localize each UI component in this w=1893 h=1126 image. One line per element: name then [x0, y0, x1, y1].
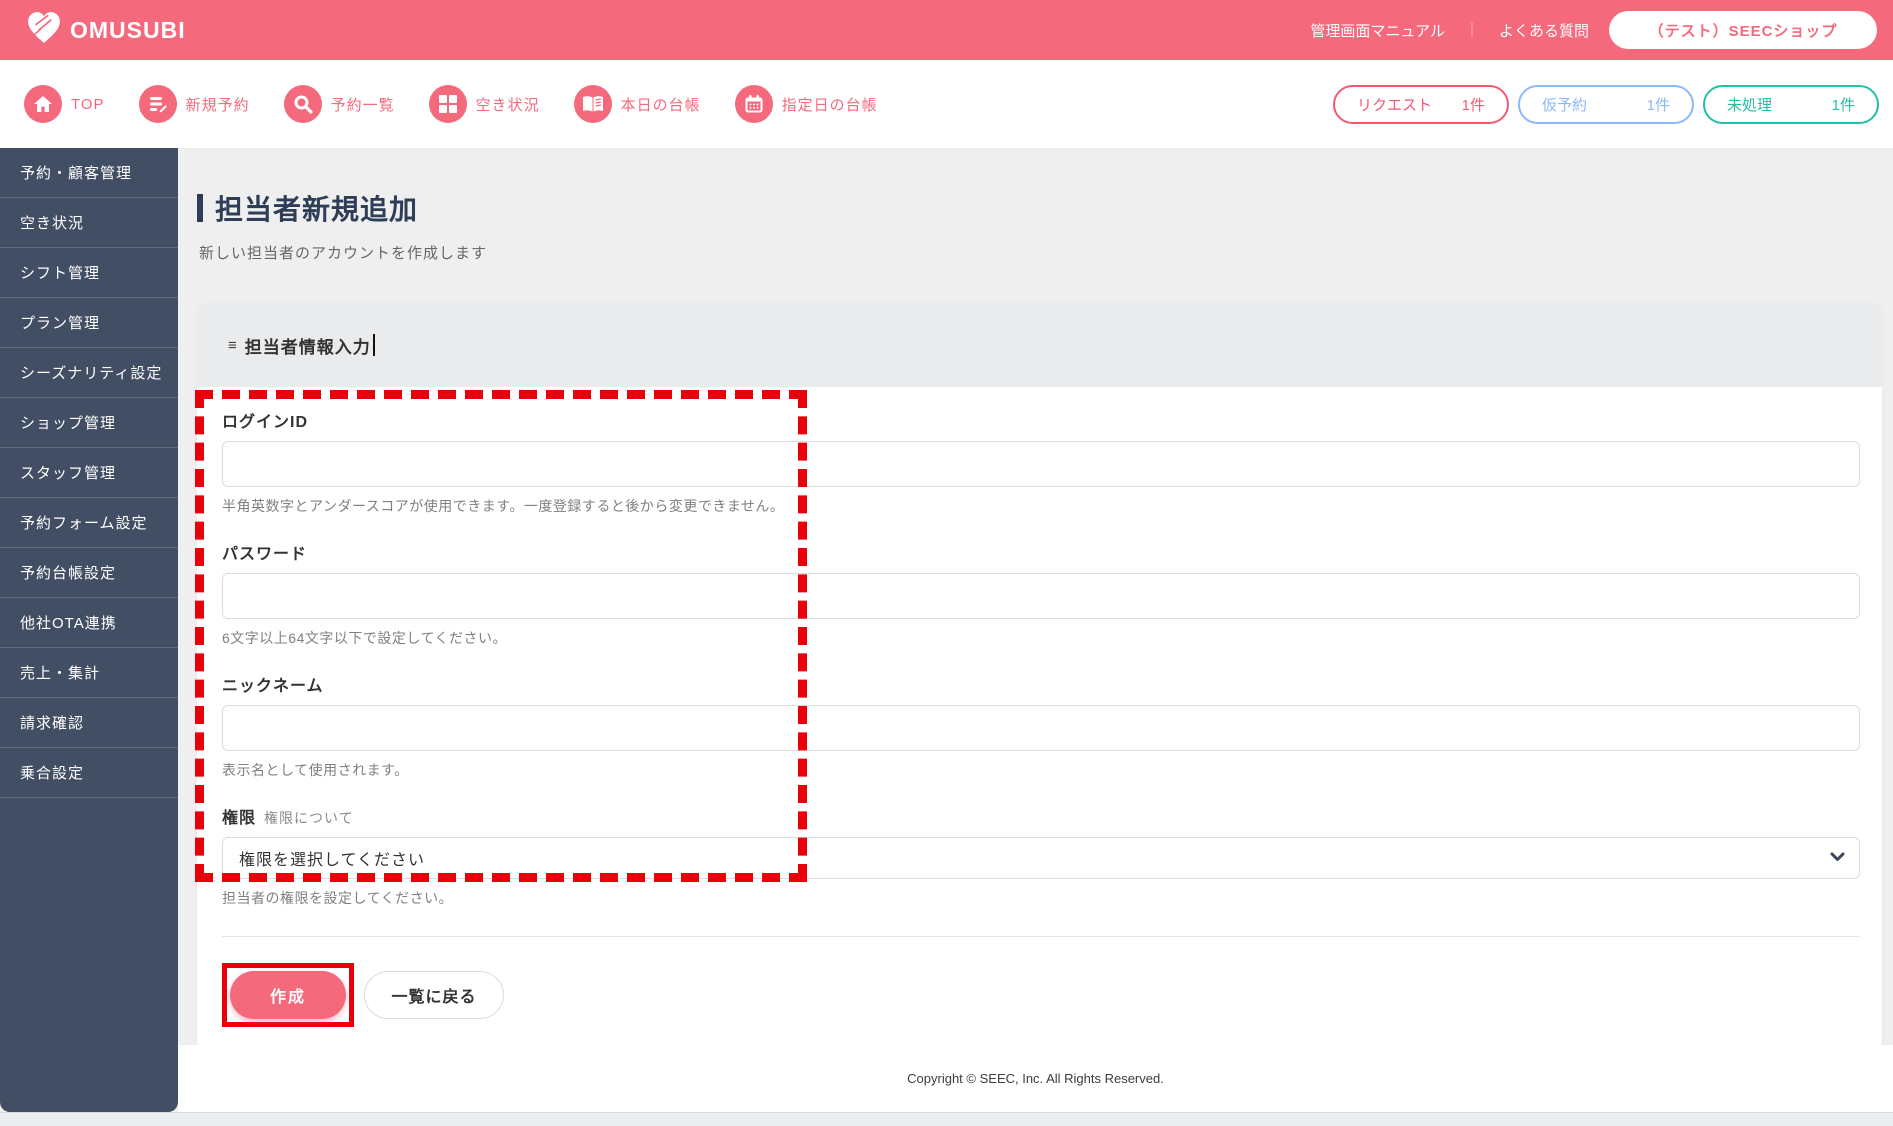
omusubi-logo[interactable]: OMUSUBI: [26, 11, 186, 49]
role-field: 権限 権限について 権限を選択してください 担当者の権限を設定してください。: [222, 804, 1860, 908]
grid-icon: [428, 85, 467, 123]
tentative-count: 1件: [1646, 96, 1670, 114]
card-title: 担当者情報入力: [244, 337, 371, 357]
login-id-label: ログインID: [222, 414, 309, 431]
password-input[interactable]: [222, 573, 1860, 619]
sidebar-item-rideshare[interactable]: 乗合設定: [0, 748, 178, 798]
nav-item-new-reservation[interactable]: 新規予約: [138, 85, 250, 123]
card-body: ログインID 半角英数字とアンダースコアが使用できます。一度登録すると後から変更…: [197, 387, 1882, 1051]
nickname-label: ニックネーム: [222, 678, 324, 695]
nickname-input[interactable]: [222, 705, 1860, 751]
form-divider: [222, 936, 1860, 937]
nav-item-top[interactable]: TOP: [24, 85, 105, 123]
page-title: 担当者新規追加: [215, 194, 419, 225]
sidebar-item-ledger-settings[interactable]: 予約台帳設定: [0, 548, 178, 598]
role-select-value: 権限を選択してください: [239, 852, 426, 869]
sidebar-item-reservation-form[interactable]: 予約フォーム設定: [0, 498, 178, 548]
staff-form-card: ≡ 担当者情報入力 ログインID 半角英数字とアンダースコアが使用できます。一度…: [197, 303, 1882, 1051]
sidebar-item-billing[interactable]: 請求確認: [0, 698, 178, 748]
login-id-hint: 半角英数字とアンダースコアが使用できます。一度登録すると後から変更できません。: [222, 498, 785, 514]
main-navbar: TOP 新規予約 予約一覧 空き状況 本日の台帳 指定日の台帳 リクエスト 1件…: [0, 60, 1893, 148]
sidebar-item-reservation-customer[interactable]: 予約・顧客管理: [0, 148, 178, 198]
nav-item-reservation-list[interactable]: 予約一覧: [283, 85, 395, 123]
book-icon: [573, 85, 612, 123]
logo-text: OMUSUBI: [70, 16, 186, 43]
sidebar-item-seasonality[interactable]: シーズナリティ設定: [0, 348, 178, 398]
sidebar: 予約・顧客管理 空き状況 シフト管理 プラン管理 シーズナリティ設定 ショップ管…: [0, 148, 178, 1112]
role-label: 権限 権限について: [222, 810, 354, 827]
top-header: OMUSUBI 管理画面マニュアル ｜ よくある質問 （テスト）SEECショップ: [0, 0, 1893, 60]
chevron-down-icon: [1830, 849, 1845, 867]
sidebar-item-shop[interactable]: ショップ管理: [0, 398, 178, 448]
nav-item-specified-date-ledger[interactable]: 指定日の台帳: [734, 85, 878, 123]
shop-name-button[interactable]: （テスト）SEECショップ: [1609, 11, 1877, 49]
faq-link[interactable]: よくある質問: [1499, 20, 1589, 41]
red-highlight-box: 作成: [222, 963, 354, 1027]
header-separator: ｜: [1464, 22, 1479, 38]
request-count-badge[interactable]: リクエスト 1件: [1333, 84, 1509, 124]
new-reservation-icon: [138, 85, 177, 123]
sidebar-item-sales[interactable]: 売上・集計: [0, 648, 178, 698]
tentative-count-badge[interactable]: 仮予約 1件: [1518, 84, 1694, 124]
sidebar-item-shift[interactable]: シフト管理: [0, 248, 178, 298]
main-content: 担当者新規追加 新しい担当者のアカウントを作成します ≡ 担当者情報入力 ログイ…: [178, 148, 1893, 1051]
sidebar-item-availability[interactable]: 空き状況: [0, 198, 178, 248]
login-id-input[interactable]: [222, 441, 1860, 487]
password-label: パスワード: [222, 546, 308, 563]
copyright-text: Copyright © SEEC, Inc. All Rights Reserv…: [907, 1071, 1164, 1086]
calendar-icon: [734, 85, 773, 123]
sidebar-item-ota[interactable]: 他社OTA連携: [0, 598, 178, 648]
login-id-field: ログインID 半角英数字とアンダースコアが使用できます。一度登録すると後から変更…: [222, 408, 1860, 516]
role-hint: 担当者の権限を設定してください。: [222, 890, 454, 906]
page-subtitle: 新しい担当者のアカウントを作成します: [199, 245, 488, 262]
password-hint: 6文字以上64文字以下で設定してください。: [222, 630, 508, 646]
text-caret: [372, 334, 375, 356]
horizontal-scrollbar-track[interactable]: [0, 1112, 1893, 1126]
sidebar-item-staff[interactable]: スタッフ管理: [0, 448, 178, 498]
nickname-hint: 表示名として使用されます。: [222, 762, 409, 778]
home-icon: [24, 85, 62, 123]
title-accent-bar: [197, 194, 203, 222]
footer: Copyright © SEEC, Inc. All Rights Reserv…: [178, 1045, 1893, 1112]
create-button[interactable]: 作成: [230, 971, 346, 1019]
app-window: OMUSUBI 管理画面マニュアル ｜ よくある質問 （テスト）SEECショップ…: [0, 0, 1893, 1126]
admin-manual-link[interactable]: 管理画面マニュアル: [1310, 20, 1445, 41]
nickname-field: ニックネーム 表示名として使用されます。: [222, 672, 1860, 780]
sidebar-item-plan[interactable]: プラン管理: [0, 298, 178, 348]
card-header: ≡ 担当者情報入力: [197, 303, 1882, 387]
role-select[interactable]: 権限を選択してください: [222, 837, 1860, 879]
heart-hands-logo-icon: [26, 11, 62, 49]
password-field: パスワード 6文字以上64文字以下で設定してください。: [222, 540, 1860, 648]
back-to-list-button[interactable]: 一覧に戻る: [364, 971, 504, 1019]
search-icon: [283, 85, 322, 123]
pending-count-badge[interactable]: 未処理 1件: [1703, 84, 1879, 124]
role-about-link[interactable]: 権限について: [264, 810, 354, 826]
pending-count: 1件: [1831, 96, 1855, 114]
list-icon: ≡: [228, 336, 237, 354]
request-count: 1件: [1461, 96, 1485, 114]
nav-item-availability[interactable]: 空き状況: [428, 85, 540, 123]
nav-item-today-ledger[interactable]: 本日の台帳: [573, 85, 701, 123]
